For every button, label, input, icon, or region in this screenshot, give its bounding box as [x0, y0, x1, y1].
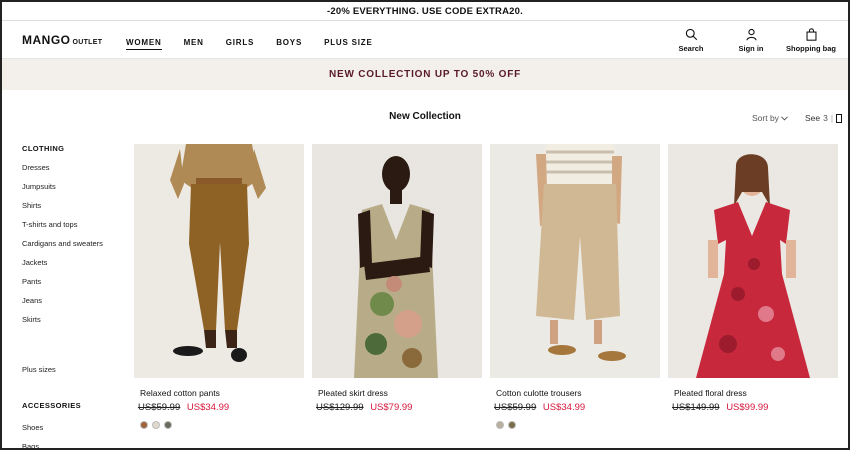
model-illustration — [668, 144, 838, 378]
product-price: US$59.99 US$34.99 — [138, 402, 304, 413]
sidebar-item-pants[interactable]: Pants — [22, 277, 122, 286]
color-swatch[interactable] — [496, 421, 504, 429]
page-frame: -20% EVERYTHING. USE CODE EXTRA20. MANGO… — [0, 0, 850, 450]
color-swatches — [140, 421, 304, 429]
nav-plus-size[interactable]: PLUS SIZE — [324, 38, 373, 50]
product-image[interactable] — [134, 144, 304, 378]
signin-button[interactable]: Sign in — [728, 28, 774, 53]
page-title: New Collection — [389, 111, 461, 122]
chevron-down-icon — [781, 116, 789, 121]
sidebar-heading-clothing[interactable]: CLOTHING — [22, 144, 122, 153]
signin-label: Sign in — [738, 44, 764, 53]
promo-top-bar[interactable]: -20% EVERYTHING. USE CODE EXTRA20. — [2, 2, 848, 21]
product-name[interactable]: Pleated floral dress — [674, 388, 838, 398]
sidebar-item-shirts[interactable]: Shirts — [22, 201, 122, 210]
shopping-bag-label: Shopping bag — [786, 44, 836, 53]
shopping-bag-button[interactable]: Shopping bag — [786, 28, 836, 53]
product-image[interactable] — [312, 144, 482, 378]
nav-women[interactable]: WOMEN — [126, 38, 162, 50]
sidebar-item-tshirts[interactable]: T-shirts and tops — [22, 220, 122, 229]
logo-sub: OUTLET — [72, 39, 103, 46]
product-image[interactable] — [490, 144, 660, 378]
sidebar-heading-accessories[interactable]: ACCESSORIES — [22, 401, 122, 410]
sort-by-label: Sort by — [752, 113, 779, 123]
sidebar-item-plus-sizes[interactable]: Plus sizes — [22, 365, 122, 374]
model-illustration — [490, 144, 660, 378]
sale-price: US$79.99 — [370, 402, 413, 413]
nav-men[interactable]: MEN — [184, 38, 204, 50]
sidebar-item-jackets[interactable]: Jackets — [22, 258, 122, 267]
sidebar-item-bags[interactable]: Bags — [22, 442, 122, 448]
search-icon — [685, 28, 697, 41]
grid-layout-icon[interactable] — [836, 113, 843, 123]
sidebar-item-jeans[interactable]: Jeans — [22, 296, 122, 305]
color-swatch[interactable] — [152, 421, 160, 429]
model-illustration — [134, 144, 304, 378]
color-swatches — [496, 421, 660, 429]
shopping-bag-icon — [806, 28, 816, 41]
site-header: MANGO OUTLET WOMEN MEN GIRLS BOYS PLUS SI… — [2, 21, 848, 59]
see-label: See — [805, 113, 821, 123]
product-grid: Relaxed cotton pants US$59.99 US$34.99 P… — [134, 144, 838, 429]
product-image[interactable] — [668, 144, 838, 378]
grid-view-control: See 3 | — [805, 113, 843, 123]
mango-logo[interactable]: MANGO OUTLET — [22, 33, 102, 47]
color-swatch[interactable] — [508, 421, 516, 429]
sidebar-item-cardigans[interactable]: Cardigans and sweaters — [22, 239, 122, 248]
sale-price: US$99.99 — [726, 402, 769, 413]
user-icon — [746, 28, 756, 41]
sidebar-item-skirts[interactable]: Skirts — [22, 315, 122, 324]
product-card: Relaxed cotton pants US$59.99 US$34.99 — [134, 144, 304, 429]
product-name[interactable]: Pleated skirt dress — [318, 388, 482, 398]
sidebar-item-jumpsuits[interactable]: Jumpsuits — [22, 182, 122, 191]
model-illustration — [312, 144, 482, 378]
sort-by-dropdown[interactable]: Sort by — [752, 113, 789, 123]
promo-banner[interactable]: NEW COLLECTION UP TO 50% OFF — [2, 59, 848, 90]
nav-girls[interactable]: GIRLS — [226, 38, 254, 50]
product-card: Pleated floral dress US$149.99 US$99.99 — [668, 144, 838, 429]
original-price: US$59.99 — [138, 402, 181, 413]
color-swatch[interactable] — [164, 421, 172, 429]
product-card: Pleated skirt dress US$129.99 US$79.99 — [312, 144, 482, 429]
sale-price: US$34.99 — [186, 402, 230, 413]
original-price: US$129.99 — [316, 402, 364, 413]
logo-main: MANGO — [22, 33, 71, 47]
product-name[interactable]: Cotton culotte trousers — [496, 388, 660, 398]
product-price: US$129.99 US$79.99 — [316, 402, 482, 413]
color-swatch[interactable] — [140, 421, 148, 429]
nav-boys[interactable]: BOYS — [276, 38, 302, 50]
sidebar: CLOTHING Dresses Jumpsuits Shirts T-shir… — [22, 144, 122, 448]
grid-3-option[interactable]: 3 — [823, 113, 828, 123]
sidebar-item-shoes[interactable]: Shoes — [22, 423, 122, 432]
product-name[interactable]: Relaxed cotton pants — [140, 388, 304, 398]
main-nav: WOMEN MEN GIRLS BOYS PLUS SIZE — [126, 38, 373, 50]
divider: | — [830, 113, 834, 123]
search-label: Search — [678, 44, 704, 53]
header-actions: Search Sign in Shopping bag — [668, 28, 836, 53]
product-price: US$59.99 US$34.99 — [494, 402, 660, 413]
original-price: US$149.99 — [672, 402, 720, 413]
search-button[interactable]: Search — [668, 28, 714, 53]
sale-price: US$34.99 — [542, 402, 586, 413]
product-card: Cotton culotte trousers US$59.99 US$34.9… — [490, 144, 660, 429]
sidebar-item-dresses[interactable]: Dresses — [22, 163, 122, 172]
product-price: US$149.99 US$99.99 — [672, 402, 838, 413]
original-price: US$59.99 — [494, 402, 537, 413]
